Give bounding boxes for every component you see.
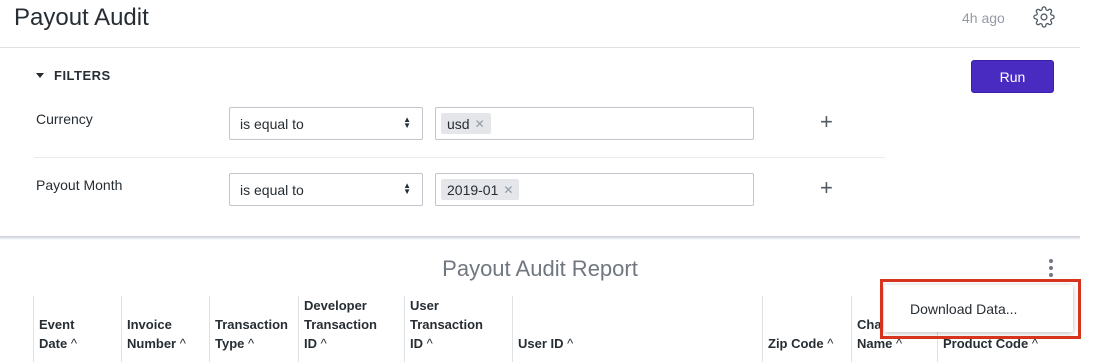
currency-operator-select[interactable]: is equal to ▲ ▼ xyxy=(229,107,423,140)
report-title: Payout Audit Report xyxy=(442,256,638,281)
sort-arrow-icon: ^ xyxy=(426,336,433,351)
sort-arrow-icon: ^ xyxy=(1031,336,1038,351)
sort-arrow-icon: ^ xyxy=(896,336,903,351)
column-header-user-transaction-id[interactable]: User Transaction ID ^ xyxy=(404,296,512,362)
add-filter-plus-icon[interactable]: + xyxy=(820,177,833,199)
last-updated: 4h ago xyxy=(962,10,1005,26)
payout-month-operator-select[interactable]: is equal to ▲ ▼ xyxy=(229,173,423,206)
filter-label-currency: Currency xyxy=(36,111,93,127)
remove-chip-icon[interactable]: ✕ xyxy=(475,117,485,131)
chip-label: 2019-01 xyxy=(447,181,499,198)
column-header-event-date[interactable]: Event Date ^ xyxy=(33,296,121,362)
column-header-user-id[interactable]: User ID ^ xyxy=(512,296,762,362)
sort-arrow-icon: ^ xyxy=(70,336,77,351)
page-title: Payout Audit xyxy=(14,4,149,31)
filters-toggle[interactable]: FILTERS xyxy=(36,68,111,83)
gear-icon[interactable] xyxy=(1033,6,1055,28)
sort-arrow-icon: ^ xyxy=(827,336,834,351)
column-header-zip-code[interactable]: Zip Code ^ xyxy=(762,296,851,362)
add-filter-plus-icon[interactable]: + xyxy=(820,111,833,133)
filter-chip: usd ✕ xyxy=(441,113,491,134)
select-value: is equal to xyxy=(240,181,304,198)
filter-divider xyxy=(34,157,885,158)
select-value: is equal to xyxy=(240,115,304,132)
more-options-icon[interactable] xyxy=(1044,257,1058,279)
sort-arrow-icon: ^ xyxy=(248,336,255,351)
column-header-transaction-type[interactable]: Transaction Type ^ xyxy=(209,296,298,362)
sort-arrow-icon: ^ xyxy=(320,336,327,351)
currency-value-input[interactable]: usd ✕ xyxy=(435,107,754,140)
select-arrows-icon: ▲ ▼ xyxy=(403,181,411,196)
remove-chip-icon[interactable]: ✕ xyxy=(503,183,513,197)
select-arrows-icon: ▲ ▼ xyxy=(403,115,411,130)
header: Payout Audit 4h ago xyxy=(0,0,1080,48)
column-header-developer-transaction-id[interactable]: Developer Transaction ID ^ xyxy=(298,296,404,362)
payout-month-value-input[interactable]: 2019-01 ✕ xyxy=(435,173,754,206)
sort-arrow-icon: ^ xyxy=(179,336,186,351)
filter-label-payout-month: Payout Month xyxy=(36,177,123,193)
column-header-invoice-number[interactable]: Invoice Number ^ xyxy=(121,296,209,362)
filters-label: FILTERS xyxy=(54,68,111,83)
filter-chip: 2019-01 ✕ xyxy=(441,179,520,200)
run-button[interactable]: Run xyxy=(971,60,1054,93)
caret-down-icon xyxy=(36,73,44,78)
sort-arrow-icon: ^ xyxy=(567,336,574,351)
section-divider xyxy=(0,236,1080,240)
download-data-menu-item[interactable]: Download Data... xyxy=(884,285,1073,332)
chip-label: usd xyxy=(447,115,470,132)
